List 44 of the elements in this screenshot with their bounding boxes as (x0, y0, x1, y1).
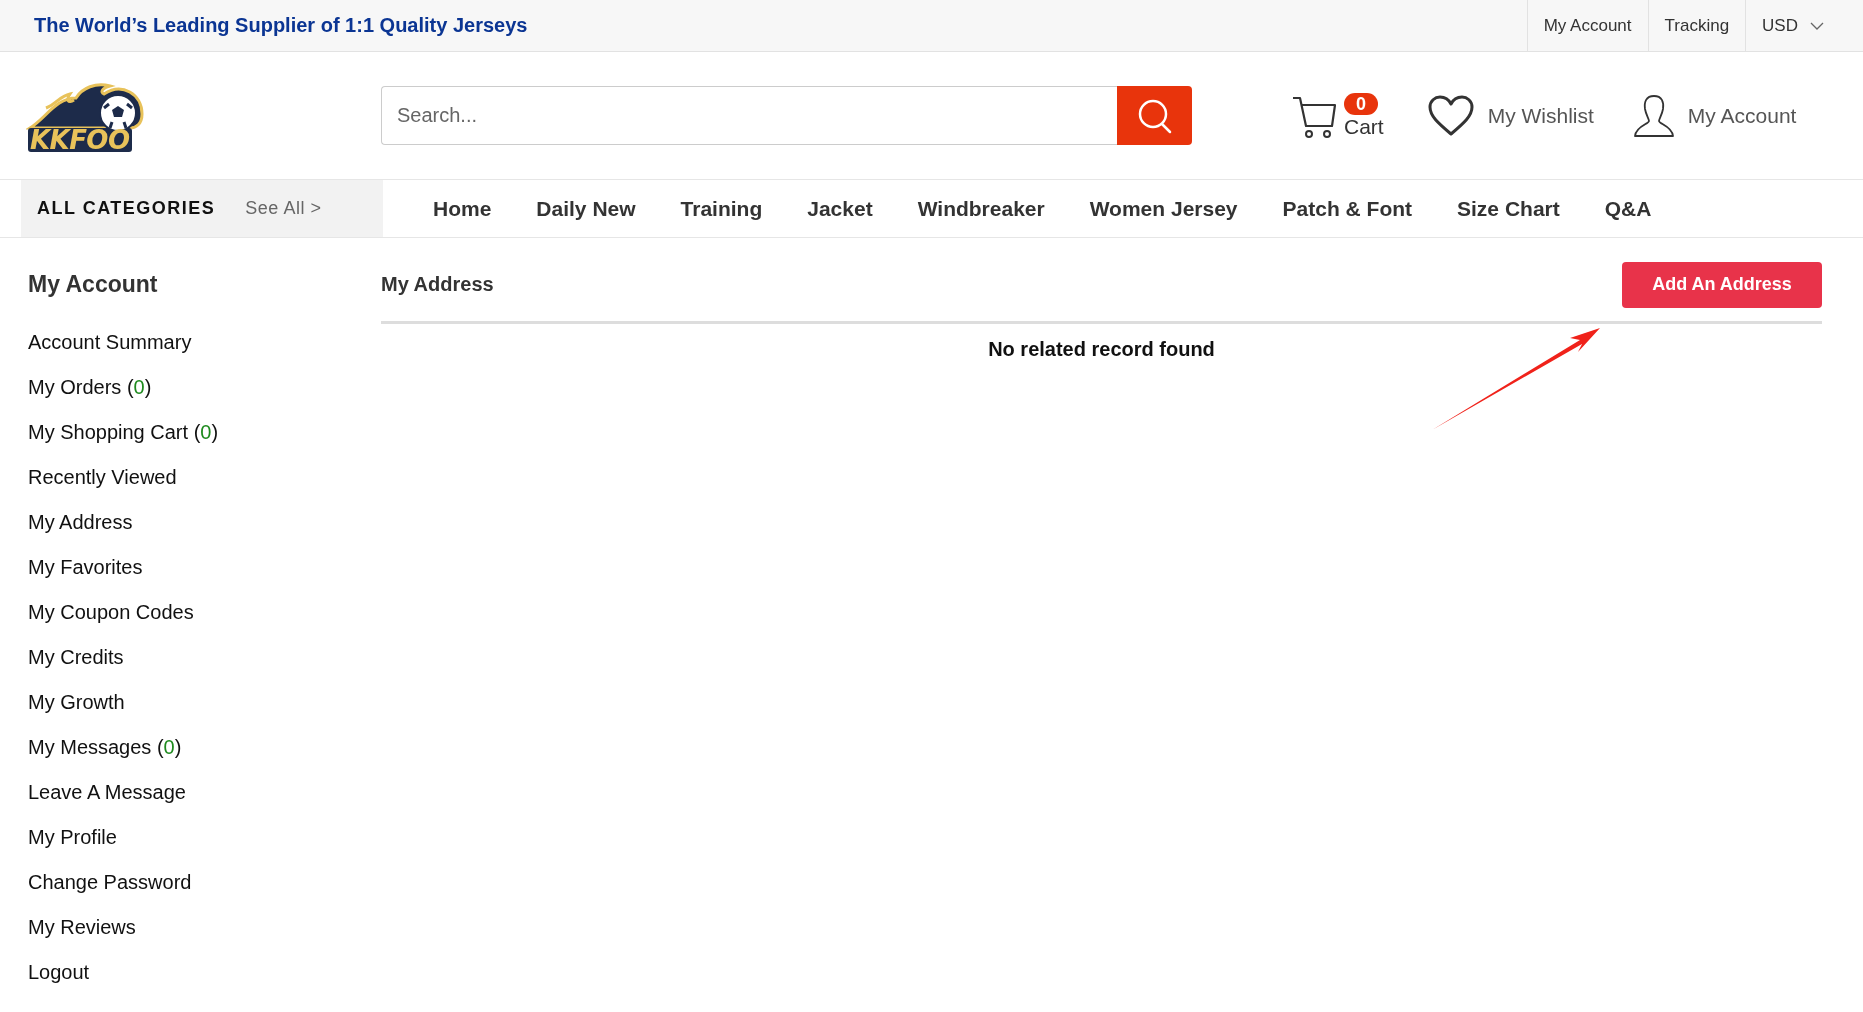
search-field[interactable]: Search... (381, 86, 1117, 145)
nav-link[interactable]: Women Jersey (1089, 196, 1238, 221)
sidebar-link[interactable]: My Profile (28, 815, 117, 860)
tagline: The World’s Leading Supplier of 1:1 Quality Jerseys (34, 14, 529, 37)
sidebar-link[interactable]: My Favorites (28, 545, 143, 590)
sidebar-link[interactable]: My Address (28, 500, 133, 545)
wishlist-link[interactable]: My Wishlist (1487, 103, 1594, 128)
categories-label[interactable]: ALL CATEGORIES (37, 198, 216, 219)
cart-icon[interactable] (1292, 94, 1338, 139)
account-link[interactable]: My Account (1687, 103, 1797, 128)
nav-link[interactable]: Patch & Font (1282, 196, 1413, 221)
cart-count-badge: 0 (1344, 92, 1378, 115)
nav-link[interactable]: Windbreaker (917, 196, 1045, 221)
sidebar-link[interactable]: My Orders (0) (28, 365, 152, 410)
sidebar-link[interactable]: Change Password (28, 860, 192, 905)
nav-link[interactable]: Home (433, 196, 492, 221)
sidebar-link[interactable]: My Messages (0) (28, 725, 182, 770)
sidebar-link[interactable]: Leave A Message (28, 770, 186, 815)
heart-icon[interactable] (1427, 94, 1474, 137)
user-icon[interactable] (1633, 93, 1674, 138)
top-link[interactable]: Tracking (1647, 0, 1746, 51)
sidebar-link[interactable]: My Credits (28, 635, 124, 680)
cart-link[interactable]: Cart (1344, 114, 1384, 139)
sidebar-link[interactable]: My Growth (28, 680, 125, 725)
nav-link[interactable]: Q&A (1604, 196, 1652, 221)
sidebar-link[interactable]: Account Summary (28, 320, 192, 365)
search-button[interactable] (1117, 86, 1192, 145)
sidebar-link[interactable]: Recently Viewed (28, 455, 177, 500)
nav-link[interactable]: Jacket (807, 196, 873, 221)
empty-message: No related record found (988, 338, 1215, 361)
sidebar-link[interactable]: My Reviews (28, 905, 136, 950)
chevron-down-icon (1810, 21, 1824, 30)
nav-link[interactable]: Daily New (536, 196, 636, 221)
see-all-link[interactable]: See All > (245, 198, 322, 219)
sidebar-link[interactable]: My Shopping Cart (0) (28, 410, 219, 455)
nav-link[interactable]: Size Chart (1457, 196, 1560, 221)
currency-selector[interactable]: USD (1745, 0, 1840, 51)
nav-link[interactable]: Training (680, 196, 763, 221)
sidebar-title: My Account (28, 270, 159, 299)
add-address-button[interactable]: Add An Address (1622, 261, 1822, 308)
section-title: My Address (381, 273, 494, 296)
sidebar-link[interactable]: My Coupon Codes (28, 590, 194, 635)
sidebar-link[interactable]: Logout (28, 950, 90, 995)
top-link[interactable]: My Account (1526, 0, 1648, 51)
